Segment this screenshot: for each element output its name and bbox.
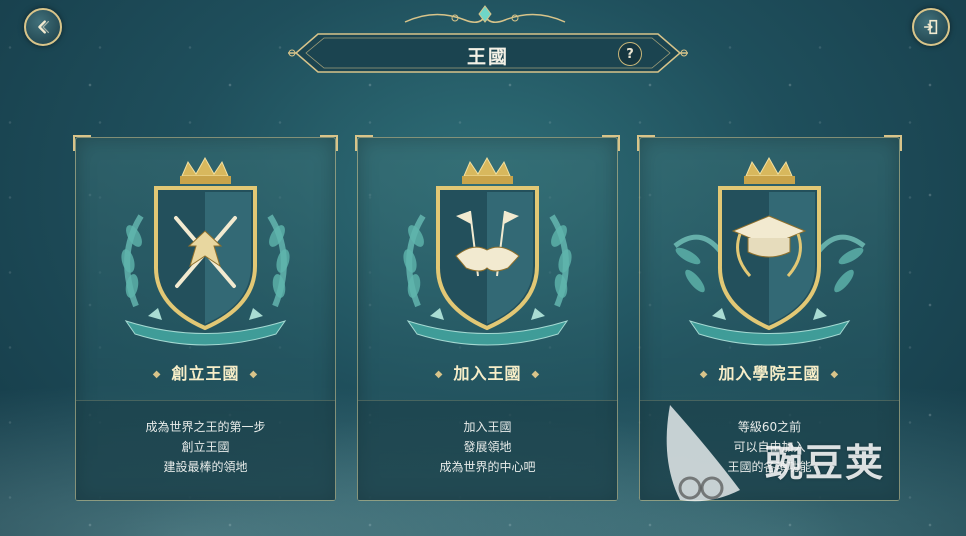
desc-line: 成為世界的中心吧 [439,459,536,474]
desc-line: 發展領地 [463,439,512,454]
help-button[interactable]: ? [618,42,642,66]
desc-line: 加入王國 [463,419,512,434]
diamond-icon: ◆ [531,369,541,380]
card-join-kingdom[interactable]: ◆ 加入王國 ◆ 加入王國 發展領地 成為世界的中心吧 [355,135,620,501]
card-title: ◆ 創立王國 ◆ [152,364,259,383]
card-title: ◆ 加入學院王國 ◆ [699,364,840,383]
graduation-cap-laurel-shield-icon [673,156,866,346]
crossed-swords-eagle-shield-icon [121,156,290,346]
back-button[interactable] [24,8,62,46]
exit-door-icon [923,19,938,35]
diamond-icon: ◆ [830,369,840,380]
card-title: ◆ 加入王國 ◆ [434,364,541,383]
title-banner: 王國 ? [288,30,688,76]
card-create-kingdom[interactable]: ◆ 創立王國 ◆ 成為世界之王的第一步 創立王國 建設最棒的領地 [73,135,338,501]
desc-line: 成為世界之王的第一步 [145,419,266,434]
diamond-icon: ◆ [434,369,444,380]
desc-line: 建設最棒的領地 [163,459,248,474]
diamond-icon: ◆ [249,369,259,380]
diamond-icon: ◆ [152,369,162,380]
card-description: 加入王國 發展領地 成為世界的中心吧 [358,400,617,500]
desc-line: 創立王國 [181,439,230,454]
diamond-icon: ◆ [699,369,709,380]
exit-button[interactable] [912,8,950,46]
back-arrow-icon [38,20,50,34]
handshake-flags-shield-icon [403,156,572,346]
card-description: 成為世界之王的第一步 創立王國 建設最棒的領地 [76,400,335,500]
watermark-text: 豌豆荚 [765,441,886,485]
top-ornament [404,5,566,23]
